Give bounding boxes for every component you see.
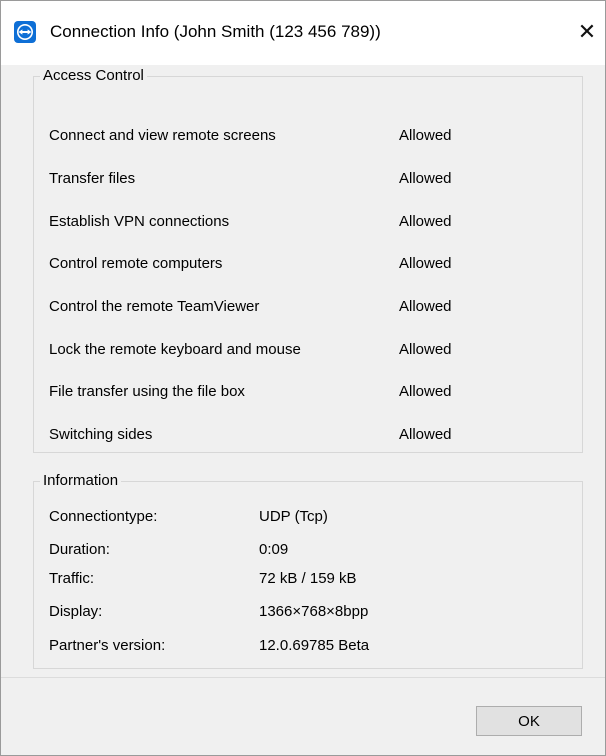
dialog-body: Access Control Connect and view remote s… [1, 65, 605, 677]
access-label: Connect and view remote screens [49, 127, 276, 144]
dialog-footer: OK [1, 677, 605, 755]
access-label: File transfer using the file box [49, 383, 245, 400]
information-group: Information Connectiontype: UDP (Tcp) Du… [33, 472, 583, 669]
access-value: Allowed [399, 341, 452, 358]
access-value: Allowed [399, 298, 452, 315]
info-value: UDP (Tcp) [259, 508, 328, 525]
access-label: Transfer files [49, 170, 136, 187]
info-label: Traffic: [49, 570, 95, 587]
info-value: 1366×768×8bpp [259, 603, 369, 620]
access-label: Establish VPN connections [49, 213, 230, 230]
access-value: Allowed [399, 255, 452, 272]
info-label: Display: [49, 603, 103, 620]
ok-button[interactable]: OK [476, 706, 582, 736]
access-label: Lock the remote keyboard and mouse [49, 341, 301, 358]
access-label: Control remote computers [49, 255, 223, 272]
access-value: Allowed [399, 170, 452, 187]
connection-info-dialog: Connection Info (John Smith (123 456 789… [0, 0, 606, 756]
access-value: Allowed [399, 426, 452, 443]
info-label: Duration: [49, 541, 110, 558]
close-icon: ✕ [577, 19, 597, 44]
window-title: Connection Info (John Smith (123 456 789… [50, 22, 381, 41]
access-control-group: Access Control Connect and view remote s… [33, 67, 583, 453]
access-value: Allowed [399, 127, 452, 144]
access-label: Control the remote TeamViewer [49, 298, 260, 315]
info-value: 0:09 [259, 541, 289, 558]
information-title: Information [40, 472, 122, 490]
access-control-title: Access Control [40, 67, 147, 85]
access-label: Switching sides [49, 426, 153, 443]
info-value: 12.0.69785 Beta [259, 637, 370, 654]
close-button[interactable]: ✕ [571, 16, 603, 48]
info-label: Connectiontype: [49, 508, 158, 525]
info-value: 72 kB / 159 kB [259, 570, 357, 587]
teamviewer-icon [14, 21, 36, 43]
access-value: Allowed [399, 213, 452, 230]
title-bar: Connection Info (John Smith (123 456 789… [1, 1, 605, 65]
info-label: Partner's version: [49, 637, 166, 654]
access-value: Allowed [399, 383, 452, 400]
